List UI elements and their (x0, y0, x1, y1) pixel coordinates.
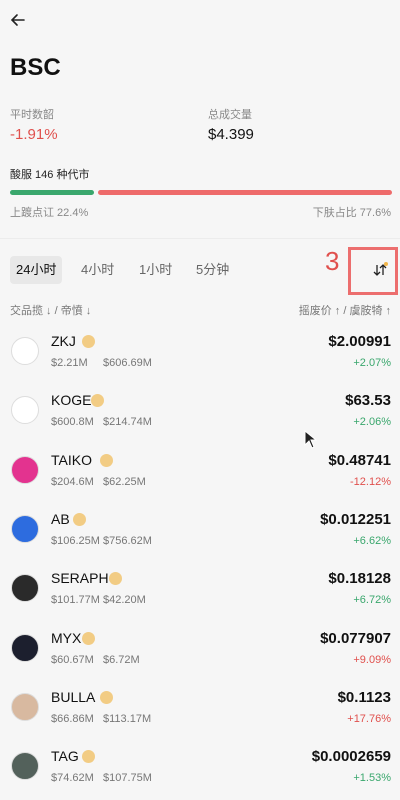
token-tag-icon (100, 453, 113, 467)
token-row[interactable]: TAG $74.62M $107.75M $0.0002659 +1.53% (0, 748, 400, 800)
token-row[interactable]: SERAPH $101.77M $42.20M $0.18128 +6.72% (0, 570, 400, 630)
token-logo-icon (11, 574, 39, 603)
token-price: $0.0002659 (311, 748, 391, 766)
token-volume: $106.25M (51, 534, 100, 547)
token-tag-icon (91, 394, 104, 408)
token-logo-icon (11, 692, 39, 721)
token-row[interactable]: MYX $60.67M $6.72M $0.077907 +9.09% (0, 630, 400, 690)
token-logo-icon (11, 752, 39, 781)
divider (0, 238, 400, 239)
token-name: AB (51, 510, 70, 527)
token-change: -12.12% (350, 475, 391, 488)
token-price: $0.012251 (320, 510, 391, 528)
token-change: +6.62% (353, 534, 391, 547)
token-volume: $66.86M (51, 712, 94, 725)
token-tag-icon (82, 750, 95, 764)
up-ratio-label: 上踱点讧 22.4% (10, 207, 89, 219)
token-price: $63.53 (345, 392, 391, 410)
back-arrow-icon[interactable] (8, 10, 28, 30)
token-change: +17.76% (347, 712, 391, 725)
token-volume: $2.21M (51, 357, 88, 369)
token-row[interactable]: TAIKO $204.6M $62.25M $0.48741 -12.12% (0, 452, 400, 512)
column-header-left[interactable]: 交品揽 ↓ / 帝憤 ↓ (10, 302, 91, 318)
token-market-cap: $606.69M (103, 357, 152, 369)
token-name: KOGE (51, 392, 92, 409)
stat-right-label: 总成交量 (208, 109, 252, 121)
stat-right-value: $4.399 (208, 126, 254, 143)
page-title: BSC (10, 54, 61, 81)
token-name: ZKJ (51, 333, 76, 349)
token-logo-icon (11, 633, 39, 662)
token-price: $0.18128 (328, 570, 391, 588)
token-change: +2.06% (353, 416, 391, 429)
token-tag-icon (109, 572, 122, 586)
stat-left-value: -1.91% (10, 126, 58, 143)
token-price: $0.077907 (320, 629, 391, 647)
token-market-cap: $62.25M (103, 475, 146, 488)
token-volume: $204.6M (51, 475, 94, 488)
token-price: $0.48741 (328, 451, 391, 469)
stat-left-label: 平时数韶 (10, 109, 54, 121)
token-logo-icon (11, 337, 39, 365)
down-ratio-label: 下肤占比 77.6% (312, 207, 391, 219)
token-logo-icon (11, 396, 39, 425)
tab-5m[interactable]: 5分钟 (190, 256, 235, 284)
token-market-cap: $756.62M (103, 534, 152, 547)
sort-icon[interactable] (372, 262, 388, 278)
token-market-cap: $107.75M (103, 772, 152, 785)
token-volume: $74.62M (51, 772, 94, 785)
token-name: BULLA (51, 688, 96, 705)
token-logo-icon (11, 514, 39, 543)
annotation-number: 3 (325, 246, 340, 276)
token-logo-icon (11, 455, 39, 484)
token-row[interactable]: BULLA $66.86M $113.17M $0.1123 +17.76% (0, 689, 400, 749)
up-ratio-bar (10, 190, 94, 195)
column-header-right[interactable]: 摇废价 ↑ / 虞胺犄 ↑ (299, 302, 391, 318)
token-market-cap: $6.72M (103, 653, 140, 666)
token-row[interactable]: ZKJ $2.21M $606.69M $2.00991 +2.07% (0, 333, 400, 393)
token-volume: $101.77M (51, 594, 100, 607)
token-market-cap: $113.17M (103, 712, 152, 725)
token-change: +6.72% (353, 594, 391, 607)
token-price: $0.1123 (337, 688, 391, 706)
token-market-cap: $214.74M (103, 416, 152, 429)
tab-1h[interactable]: 1小时 (133, 256, 178, 284)
mouse-cursor-icon (304, 430, 318, 449)
tab-4h[interactable]: 4小时 (75, 256, 120, 284)
token-change: +1.53% (353, 772, 391, 785)
token-price: $2.00991 (328, 333, 391, 350)
token-tag-icon (73, 512, 86, 526)
down-ratio-bar (98, 190, 392, 195)
token-name: SERAPH (51, 570, 109, 587)
token-market-cap: $42.20M (103, 594, 146, 607)
token-change: +2.07% (353, 357, 391, 369)
token-count-text: 酸服 146 种代市 (10, 169, 90, 181)
token-tag-icon (82, 631, 95, 645)
token-volume: $600.8M (51, 416, 94, 429)
token-change: +9.09% (353, 653, 391, 666)
token-name: MYX (51, 629, 82, 646)
token-tag-icon (100, 690, 113, 704)
token-name: TAIKO (51, 451, 92, 468)
token-row[interactable]: AB $106.25M $756.62M $0.012251 +6.62% (0, 511, 400, 571)
tab-24h[interactable]: 24小时 (10, 256, 63, 284)
token-row[interactable]: KOGE $600.8M $214.74M $63.53 +2.06% (0, 392, 400, 452)
token-volume: $60.67M (51, 653, 94, 666)
token-name: TAG (51, 748, 79, 765)
token-tag-icon (82, 335, 95, 348)
